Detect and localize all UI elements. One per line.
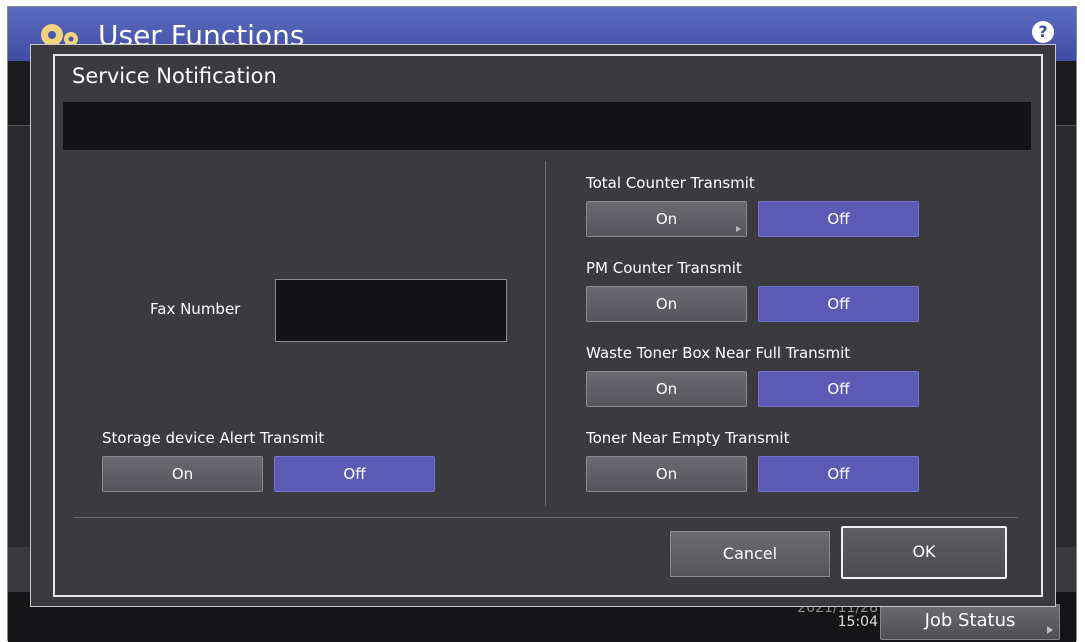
arrow-right-icon bbox=[736, 226, 741, 232]
waste-toner-off-button[interactable]: Off bbox=[758, 371, 919, 407]
storage-alert-on-button[interactable]: On bbox=[102, 456, 263, 492]
pm-counter-label: PM Counter Transmit bbox=[586, 259, 742, 277]
fax-number-field[interactable] bbox=[275, 279, 507, 342]
waste-toner-label: Waste Toner Box Near Full Transmit bbox=[586, 344, 851, 362]
cancel-button[interactable]: Cancel bbox=[670, 531, 830, 577]
ok-button[interactable]: OK bbox=[841, 526, 1007, 579]
fax-number-label: Fax Number bbox=[150, 300, 241, 318]
column-divider bbox=[545, 161, 546, 506]
total-counter-on-button[interactable]: On bbox=[586, 201, 747, 237]
waste-toner-on-button[interactable]: On bbox=[586, 371, 747, 407]
storage-alert-off-button[interactable]: Off bbox=[274, 456, 435, 492]
help-icon[interactable]: ? bbox=[1032, 21, 1054, 43]
time-text: 15:04 bbox=[837, 614, 878, 630]
total-counter-off-button[interactable]: Off bbox=[758, 201, 919, 237]
footer-divider bbox=[73, 517, 1018, 518]
job-status-label: Job Status bbox=[924, 610, 1016, 631]
pm-counter-on-button[interactable]: On bbox=[586, 286, 747, 322]
storage-alert-label: Storage device Alert Transmit bbox=[102, 429, 325, 447]
dialog-title: Service Notification bbox=[72, 64, 277, 88]
total-counter-on-label: On bbox=[655, 210, 678, 228]
job-status-button[interactable]: Job Status bbox=[880, 604, 1060, 640]
arrow-right-icon bbox=[1047, 626, 1053, 634]
pm-counter-off-button[interactable]: Off bbox=[758, 286, 919, 322]
toner-near-empty-off-button[interactable]: Off bbox=[758, 456, 919, 492]
toner-near-empty-label: Toner Near Empty Transmit bbox=[586, 429, 790, 447]
service-notification-dialog: Service Notification Fax Number Storage … bbox=[53, 54, 1043, 597]
total-counter-label: Total Counter Transmit bbox=[586, 174, 755, 192]
toner-near-empty-on-button[interactable]: On bbox=[586, 456, 747, 492]
message-bar bbox=[63, 102, 1031, 150]
